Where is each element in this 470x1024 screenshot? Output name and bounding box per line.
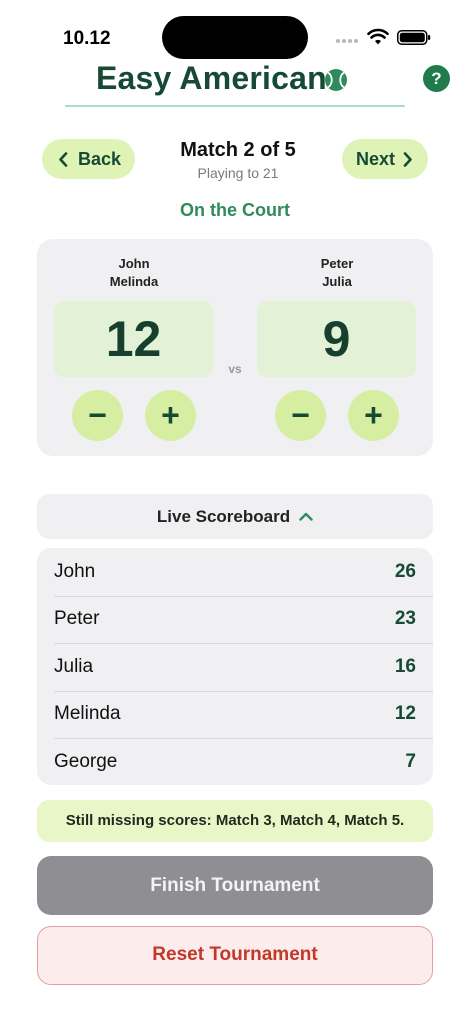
player-name: Melinda xyxy=(54,703,121,725)
vs-label: vs xyxy=(228,362,242,376)
player-score: 23 xyxy=(394,608,416,630)
tennis-ball-icon xyxy=(325,69,347,91)
scoreboard-row: George 7 xyxy=(37,738,433,785)
team-a-score: 12 xyxy=(54,301,213,377)
player-score: 7 xyxy=(405,750,416,772)
signal-icon xyxy=(336,39,360,44)
team-b-names: Peter Julia xyxy=(257,255,417,291)
status-time: 10.12 xyxy=(63,28,111,49)
wifi-icon xyxy=(367,28,389,45)
team-b-score: 9 xyxy=(257,301,416,377)
chevron-left-icon xyxy=(59,151,68,167)
player-name: George xyxy=(54,750,118,772)
player-score: 12 xyxy=(394,703,416,725)
match-subtitle: Playing to 21 xyxy=(197,165,279,181)
team-a-names: John Melinda xyxy=(54,255,214,291)
team-a-player-2: Melinda xyxy=(109,274,159,289)
player-score: 16 xyxy=(394,655,416,677)
team-a-decrement-button[interactable]: − xyxy=(72,390,123,441)
scoreboard-list: John 26 Peter 23 Julia 16 Melinda 12 Geo… xyxy=(37,548,433,785)
team-a-player-1: John xyxy=(118,256,150,271)
next-button[interactable]: Next xyxy=(342,139,428,179)
live-scoreboard-label: Live Scoreboard xyxy=(156,506,291,526)
match-title: Match 2 of 5 xyxy=(180,139,296,161)
court-label: On the Court xyxy=(180,200,290,220)
player-name: John xyxy=(54,560,96,582)
team-b-decrement-button[interactable]: − xyxy=(275,390,326,441)
status-bar: 10.12 xyxy=(0,0,470,60)
scoreboard-row: Peter 23 xyxy=(37,595,433,644)
header-divider xyxy=(65,105,405,107)
player-name: Julia xyxy=(54,655,94,677)
finish-tournament-button[interactable]: Finish Tournament xyxy=(37,856,433,915)
scoreboard-row: John 26 xyxy=(37,548,433,596)
scoreboard-row: Julia 16 xyxy=(37,643,433,691)
next-button-label: Next xyxy=(356,148,396,169)
team-b-increment-button[interactable]: + xyxy=(348,390,399,441)
help-icon[interactable]: ? xyxy=(423,65,450,92)
dynamic-island xyxy=(162,16,308,59)
chevron-up-icon xyxy=(299,512,313,521)
app-title: Easy American xyxy=(96,60,327,96)
team-a-increment-button[interactable]: + xyxy=(145,390,196,441)
player-name: Peter xyxy=(54,608,100,630)
live-scoreboard-toggle[interactable]: Live Scoreboard xyxy=(37,494,433,539)
missing-scores-banner: Still missing scores: Match 3, Match 4, … xyxy=(37,800,433,842)
reset-tournament-button[interactable]: Reset Tournament xyxy=(37,926,433,985)
chevron-right-icon xyxy=(403,151,412,167)
status-icons xyxy=(336,28,432,48)
team-b-player-2: Julia xyxy=(322,274,352,289)
player-score: 26 xyxy=(394,560,416,582)
scoreboard-row: Melinda 12 xyxy=(37,690,433,739)
team-b-player-1: Peter xyxy=(320,256,354,271)
battery-icon xyxy=(397,30,431,45)
back-button[interactable]: Back xyxy=(42,139,135,179)
back-button-label: Back xyxy=(78,148,122,169)
app-header: Easy American ? xyxy=(0,58,470,110)
